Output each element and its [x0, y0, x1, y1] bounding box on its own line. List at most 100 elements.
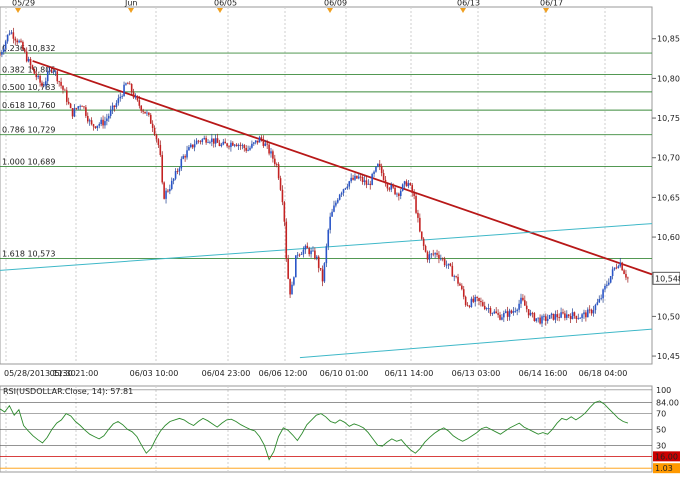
- candle-body: [232, 142, 234, 146]
- candle-body: [293, 277, 295, 285]
- candle-body: [22, 41, 24, 50]
- candle-body: [581, 314, 583, 319]
- candle-body: [180, 158, 183, 169]
- y-tick-label: 10,600: [657, 233, 680, 242]
- candle-body: [329, 216, 331, 230]
- candle-body: [169, 188, 171, 192]
- candle-body: [504, 311, 507, 313]
- candle-body: [159, 144, 162, 156]
- candle-body: [556, 314, 559, 318]
- candle-body: [306, 245, 309, 249]
- candle-body: [256, 140, 259, 143]
- candle-body: [611, 269, 614, 277]
- candle-body: [422, 238, 425, 246]
- candle-body: [220, 144, 223, 146]
- candle-body: [417, 212, 419, 218]
- candle-body: [239, 144, 242, 146]
- candle-body: [440, 258, 442, 260]
- top-date-marker: 06/13: [457, 0, 480, 8]
- candle-body: [235, 144, 238, 147]
- candle-body: [289, 278, 291, 295]
- candle-body: [487, 308, 490, 309]
- candle-body: [214, 138, 217, 144]
- candle-body: [218, 142, 221, 146]
- rsi-legend-label: RSI(USDOLLAR.Close, 14): 57.81: [3, 387, 133, 396]
- candle-body: [434, 253, 436, 255]
- candle-body: [375, 166, 377, 172]
- candle-body: [8, 33, 11, 35]
- candle-body: [571, 312, 574, 320]
- x-tick-label: 06/04 23:00: [202, 369, 251, 378]
- y-tick-label: 10,650: [657, 193, 680, 202]
- x-tick-label: 06/18 04:00: [579, 369, 628, 378]
- candle-body: [310, 250, 312, 255]
- candle-body: [201, 139, 204, 142]
- candle-body: [527, 309, 530, 316]
- candle-body: [468, 305, 471, 307]
- candle-body: [94, 126, 97, 129]
- candle-body: [6, 34, 9, 42]
- candle-body: [138, 100, 141, 106]
- candle-body: [558, 317, 560, 319]
- candle-body: [316, 256, 318, 259]
- candle-body: [182, 156, 185, 159]
- candle-body: [43, 85, 45, 87]
- candle-body: [304, 245, 307, 250]
- candle-body: [251, 143, 253, 148]
- candle-body: [380, 166, 383, 174]
- candle-body: [186, 150, 188, 158]
- candle-body: [211, 138, 213, 142]
- rsi-y-tick-label: 100: [656, 386, 671, 395]
- candle-body: [495, 311, 497, 314]
- fib-level-label: 1.000 10,689: [2, 157, 55, 166]
- candle-body: [27, 58, 30, 62]
- candle-body: [583, 312, 585, 315]
- candle-body: [466, 305, 469, 306]
- candle-body: [363, 180, 366, 182]
- y-tick-label: 10,450: [657, 352, 680, 361]
- candle-body: [167, 190, 169, 192]
- candle-body: [216, 138, 219, 143]
- candle-body: [85, 107, 87, 116]
- candle-body: [569, 316, 572, 320]
- candle-body: [136, 96, 139, 101]
- candle-body: [157, 139, 160, 145]
- candle-body: [254, 140, 257, 143]
- candle-body: [18, 40, 20, 43]
- candle-body: [491, 313, 494, 314]
- candle-body: [346, 186, 349, 189]
- candle-body: [102, 119, 104, 126]
- candle-body: [197, 140, 200, 142]
- candle-body: [149, 114, 152, 124]
- candle-body: [531, 312, 534, 314]
- price-chart: 0.236 10,8320.382 10,8050.500 10,7830.61…: [0, 0, 680, 474]
- candle-body: [58, 81, 60, 83]
- candle-body: [529, 312, 532, 316]
- candle-body: [193, 144, 196, 148]
- candle-body: [596, 302, 599, 305]
- candle-body: [46, 71, 49, 82]
- top-date-marker: Jun: [124, 0, 138, 8]
- candle-body: [378, 163, 381, 167]
- candle-body: [476, 296, 478, 298]
- candle-body: [241, 145, 244, 146]
- candle-body: [151, 123, 154, 128]
- candle-body: [609, 276, 612, 283]
- candle-body: [45, 81, 47, 86]
- candle-body: [426, 251, 429, 260]
- candle-body: [413, 192, 415, 196]
- x-tick-label: 05/30 21:00: [50, 369, 99, 378]
- candle-body: [134, 96, 137, 98]
- top-date-marker: 06/17: [540, 0, 563, 8]
- candle-body: [31, 65, 34, 69]
- candle-body: [621, 262, 623, 271]
- candle-body: [308, 248, 310, 255]
- rsi-y-tick-label: 84.00: [656, 399, 679, 408]
- candle-body: [212, 138, 215, 144]
- candle-body: [411, 185, 414, 193]
- candle-body: [144, 111, 146, 114]
- candle-body: [142, 110, 144, 112]
- candle-body: [146, 112, 148, 114]
- candle-body: [312, 250, 314, 252]
- candle-body: [111, 105, 114, 111]
